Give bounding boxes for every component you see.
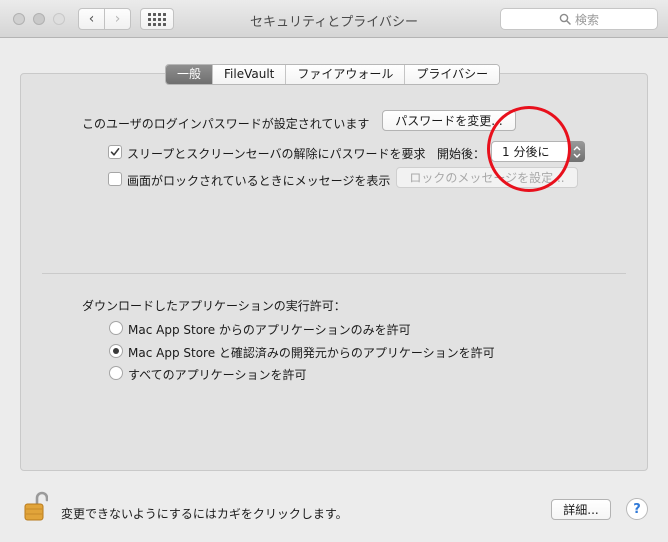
- title-bar: ‹ › セキュリティとプライバシー 検索: [0, 0, 668, 38]
- tab-bar: 一般 FileVault ファイアウォール プライバシー: [165, 64, 501, 85]
- radio-app-store-only-label[interactable]: Mac App Store からのアプリケーションのみを許可: [128, 321, 411, 338]
- radio-selected-dot: [113, 348, 119, 354]
- require-password-checkbox[interactable]: [108, 145, 122, 159]
- radio-app-store-and-identified[interactable]: [109, 344, 123, 358]
- general-panel: [20, 73, 648, 471]
- login-password-label: このユーザのログインパスワードが設定されています: [82, 117, 370, 131]
- help-button[interactable]: ?: [626, 498, 648, 520]
- password-delay-value: 1 分後に: [502, 145, 550, 159]
- lock-message-label: 画面がロックされているときにメッセージを表示: [127, 174, 391, 188]
- download-permission-heading: ダウンロードしたアプリケーションの実行許可：: [82, 299, 346, 313]
- lock-button[interactable]: [24, 490, 49, 522]
- lock-instruction-text: 変更できないようにするにはカギをクリックします。: [61, 507, 348, 521]
- delay-label: 開始後：: [437, 147, 486, 161]
- change-password-button[interactable]: パスワードを変更...: [382, 110, 516, 131]
- advanced-button[interactable]: 詳細...: [551, 499, 611, 520]
- set-lock-message-button[interactable]: ロックのメッセージを設定...: [396, 167, 578, 188]
- require-password-label: スリープとスクリーンセーバの解除にパスワードを要求: [127, 147, 426, 161]
- search-placeholder: 検索: [574, 12, 599, 27]
- tab-filevault[interactable]: FileVault: [213, 65, 287, 84]
- tab-privacy[interactable]: プライバシー: [405, 65, 500, 84]
- lock-message-checkbox[interactable]: [108, 172, 122, 186]
- radio-app-store-and-identified-label[interactable]: Mac App Store と確認済みの開発元からのアプリケーションを許可: [128, 344, 495, 361]
- search-icon: [559, 13, 571, 25]
- tab-general[interactable]: 一般: [166, 65, 214, 84]
- section-divider: [42, 273, 626, 274]
- updown-arrows-icon: [569, 141, 585, 162]
- checkmark-icon: [110, 148, 120, 156]
- unlocked-padlock-icon: [24, 491, 49, 521]
- radio-app-store-only[interactable]: [109, 321, 123, 335]
- radio-anywhere[interactable]: [109, 366, 123, 380]
- tab-firewall[interactable]: ファイアウォール: [286, 65, 406, 84]
- question-mark-icon: ?: [633, 501, 641, 517]
- password-delay-select[interactable]: 1 分後に: [491, 141, 585, 162]
- radio-anywhere-label[interactable]: すべてのアプリケーションを許可: [128, 366, 306, 383]
- search-field[interactable]: 検索: [500, 8, 658, 30]
